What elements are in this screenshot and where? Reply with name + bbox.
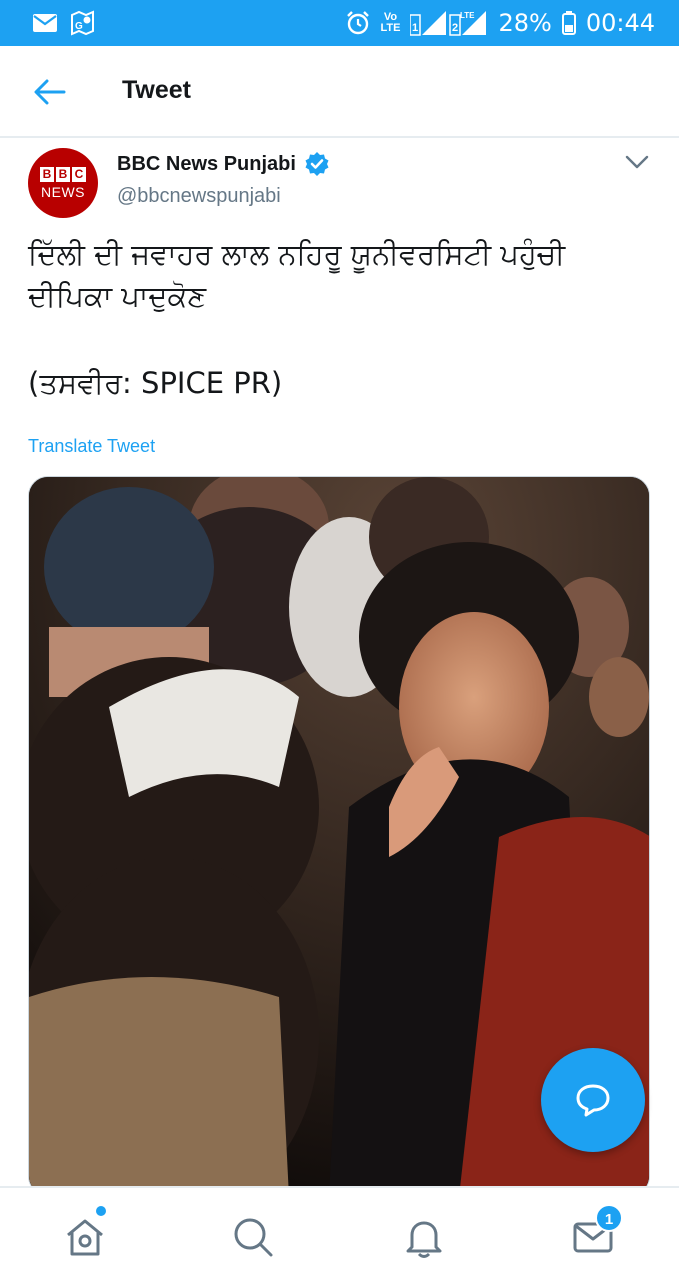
map-icon: G <box>71 10 94 36</box>
compose-message-icon <box>576 1084 610 1117</box>
mail-icon <box>33 14 57 32</box>
signal-icon: 1 2 LTE <box>410 11 487 36</box>
compose-message-button[interactable] <box>541 1048 645 1152</box>
avatar[interactable]: B B C NEWS <box>28 148 98 218</box>
nav-search[interactable] <box>228 1212 278 1262</box>
new-content-dot <box>96 1206 106 1216</box>
svg-text:LTE: LTE <box>460 11 475 20</box>
alarm-icon <box>346 11 369 35</box>
back-button[interactable] <box>28 72 72 112</box>
messages-badge: 1 <box>595 1204 623 1232</box>
battery-percent: 28% <box>498 9 552 37</box>
back-arrow-icon <box>34 79 66 105</box>
author-handle[interactable]: @bbcnewspunjabi <box>117 185 281 208</box>
nav-home[interactable] <box>60 1206 110 1262</box>
verified-badge-icon <box>305 152 329 176</box>
page-title: Tweet <box>122 76 191 104</box>
status-bar: G Vo LTE 1 2 LTE 28% 00:44 <box>0 0 679 46</box>
translate-tweet-link[interactable]: Translate Tweet <box>28 436 155 457</box>
tweet-text: ਦਿੱਲੀ ਦੀ ਜਵਾਹਰ ਲਾਲ ਨਹਿਰੂ ਯੂਨੀਵਰਸਿਟੀ ਪਹੁੰ… <box>28 237 566 313</box>
battery-icon <box>561 11 576 35</box>
clock: 00:44 <box>585 9 655 37</box>
app-bar: Tweet <box>0 46 679 138</box>
svg-text:1: 1 <box>412 22 418 34</box>
nav-notifications[interactable] <box>399 1212 449 1262</box>
volte-indicator: Vo LTE <box>380 11 401 34</box>
home-icon <box>67 1219 103 1256</box>
author-name[interactable]: BBC News Punjabi <box>117 151 330 177</box>
chevron-down-icon[interactable] <box>624 152 650 172</box>
svg-text:2: 2 <box>452 22 458 34</box>
bbc-logo: B B C <box>40 166 86 182</box>
tweet: B B C NEWS BBC News Punjabi @bbcnewspunj… <box>0 140 679 1188</box>
bottom-nav: 1 <box>0 1186 679 1280</box>
svg-text:G: G <box>75 21 83 32</box>
tweet-photo-credit: (ਤਸਵੀਰ: SPICE PR) <box>28 366 283 400</box>
notifications-bell-icon <box>406 1221 442 1258</box>
search-icon <box>234 1218 273 1257</box>
